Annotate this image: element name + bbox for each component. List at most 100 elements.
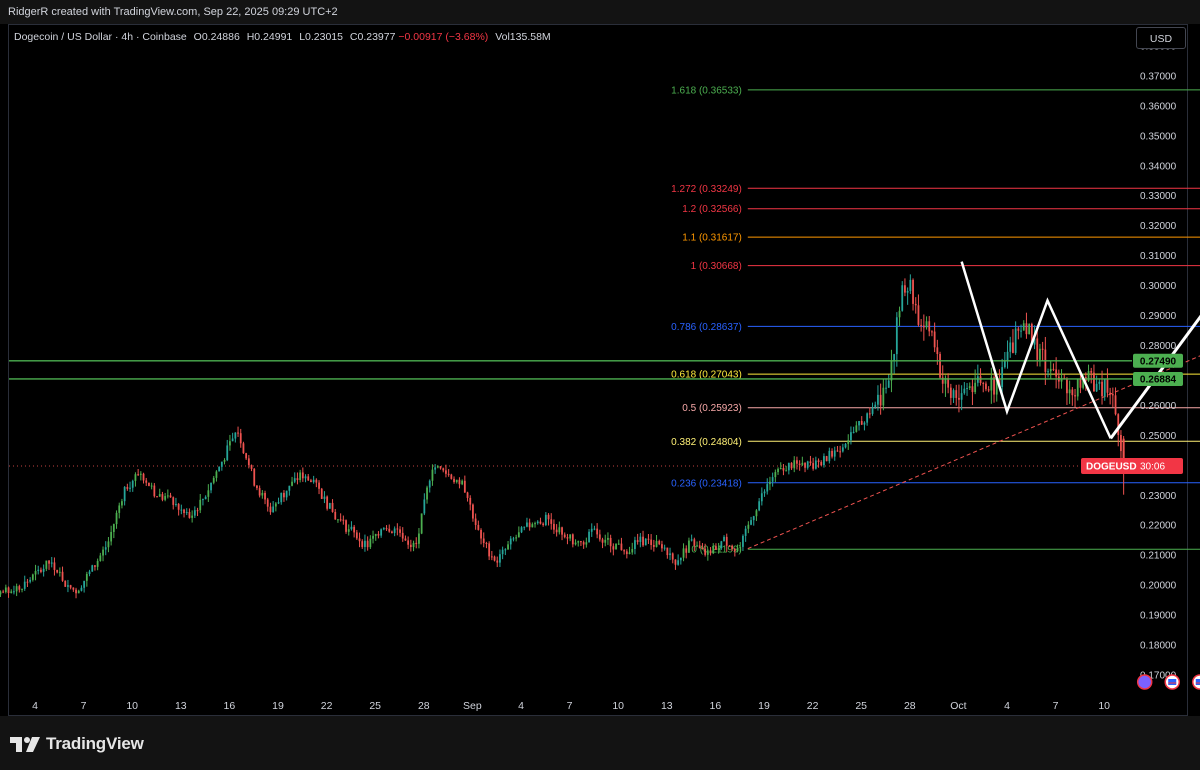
current-price-countdown: 30:06 xyxy=(1140,462,1165,473)
candle-body xyxy=(299,472,302,481)
candle-body xyxy=(72,587,75,590)
y-tick-label: 0.37000 xyxy=(1140,71,1177,82)
candle-body xyxy=(215,471,218,478)
candle-body xyxy=(563,534,566,538)
candle-body xyxy=(1117,414,1120,435)
candle-body xyxy=(688,540,690,553)
candle-body xyxy=(736,547,739,552)
candle-body xyxy=(469,497,472,505)
y-tick-label: 0.22000 xyxy=(1140,521,1177,532)
candle-body xyxy=(172,497,175,505)
candle-body xyxy=(245,453,248,459)
y-tick-label: 0.35000 xyxy=(1140,131,1177,142)
candle-body xyxy=(814,460,817,469)
x-tick-label: 7 xyxy=(81,700,87,712)
candle-body xyxy=(102,549,104,556)
candle-body xyxy=(326,496,329,509)
candle-body xyxy=(931,331,933,333)
candle-body xyxy=(582,542,585,545)
legend-open: O0.24886 xyxy=(193,31,240,43)
candle-body xyxy=(553,523,555,530)
candle-body xyxy=(763,491,766,494)
candle-body xyxy=(771,477,774,482)
candle-body xyxy=(590,528,593,532)
candle-body xyxy=(434,467,437,470)
candle-body xyxy=(1090,371,1093,373)
candle-body xyxy=(663,547,666,549)
tradingview-logo[interactable]: TradingView xyxy=(10,733,144,755)
candle-body xyxy=(858,420,860,426)
candle-body xyxy=(1049,368,1052,372)
y-tick-label: 0.36000 xyxy=(1140,101,1177,112)
y-tick-label: 0.30000 xyxy=(1140,281,1177,292)
candle-body xyxy=(45,560,48,569)
candle-body xyxy=(196,510,199,512)
candle-body xyxy=(412,542,415,548)
candle-body xyxy=(1098,381,1101,384)
candle-body xyxy=(83,580,86,588)
candle-body xyxy=(825,456,828,462)
x-tick-label: 4 xyxy=(1004,700,1010,712)
candle-body xyxy=(110,531,113,542)
currency-button[interactable]: USD xyxy=(1136,27,1186,49)
event-marker-icon[interactable] xyxy=(1136,674,1153,690)
candle-body xyxy=(1076,379,1079,397)
candle-body xyxy=(631,548,634,553)
candle-body xyxy=(1120,434,1122,452)
candle-body xyxy=(42,568,45,572)
candle-body xyxy=(690,539,693,541)
candle-body xyxy=(1006,351,1009,361)
candle-body xyxy=(307,476,310,481)
candle-body xyxy=(933,331,936,348)
symbol-legend[interactable]: Dogecoin / US Dollar · 4h · Coinbase O0.… xyxy=(14,31,551,43)
candle-body xyxy=(574,542,577,545)
y-tick-label: 0.26000 xyxy=(1140,401,1177,412)
candle-body xyxy=(472,504,474,519)
tradingview-brand: TradingView xyxy=(46,734,144,753)
candle-body xyxy=(1028,324,1031,335)
candle-body xyxy=(1101,381,1103,397)
candle-body xyxy=(137,474,140,476)
candle-body xyxy=(91,565,94,572)
candle-body xyxy=(939,354,941,378)
price-chart[interactable]: 1.618 (0.36533) 1.272 (0.33249) 1.2 (0.325… xyxy=(0,0,1200,770)
time-axis[interactable]: 4 7 10 13 16 19 22 25 28 Sep 4 7 10 13 16 19 22 25 28 Oct 4 7… xyxy=(32,700,1110,712)
x-tick-label: Oct xyxy=(950,700,966,712)
candle-body xyxy=(15,586,18,592)
candle-body xyxy=(879,394,882,406)
y-tick-label: 0.23000 xyxy=(1140,491,1177,502)
candle-body xyxy=(296,478,299,481)
candle-body xyxy=(1074,395,1076,397)
flag-event-icon[interactable] xyxy=(1192,674,1200,690)
candle-body xyxy=(971,386,974,393)
candle-body xyxy=(958,397,960,400)
candle-body xyxy=(177,503,180,510)
candle-body xyxy=(955,390,958,398)
candle-body xyxy=(728,545,731,547)
candle-body xyxy=(569,534,572,539)
event-markers[interactable] xyxy=(1136,674,1200,690)
candle-body xyxy=(863,422,866,425)
candle-body xyxy=(231,438,234,442)
candle-body xyxy=(601,539,604,543)
candle-body xyxy=(960,393,963,400)
candle-body xyxy=(868,413,871,415)
y-tick-label: 0.18000 xyxy=(1140,641,1177,652)
candle-body xyxy=(922,325,925,328)
y-tick-label: 0.31000 xyxy=(1140,251,1177,262)
candle-body xyxy=(852,431,855,433)
candle-body xyxy=(604,539,607,543)
y-tick-label: 0.34000 xyxy=(1140,161,1177,172)
x-tick-label: 28 xyxy=(418,700,430,712)
candle-body xyxy=(490,556,493,558)
candle-body xyxy=(1009,342,1012,352)
candle-body xyxy=(515,537,518,539)
candle-body xyxy=(148,482,150,486)
candle-body xyxy=(21,588,23,590)
current-price-symbol: DOGEUSD xyxy=(1086,462,1137,473)
candle-body xyxy=(442,468,445,471)
flag-event-icon[interactable] xyxy=(1164,674,1180,690)
candle-body xyxy=(301,472,304,479)
symbol-name[interactable]: Dogecoin / US Dollar · 4h · Coinbase xyxy=(14,31,187,43)
candle-body xyxy=(501,549,504,555)
